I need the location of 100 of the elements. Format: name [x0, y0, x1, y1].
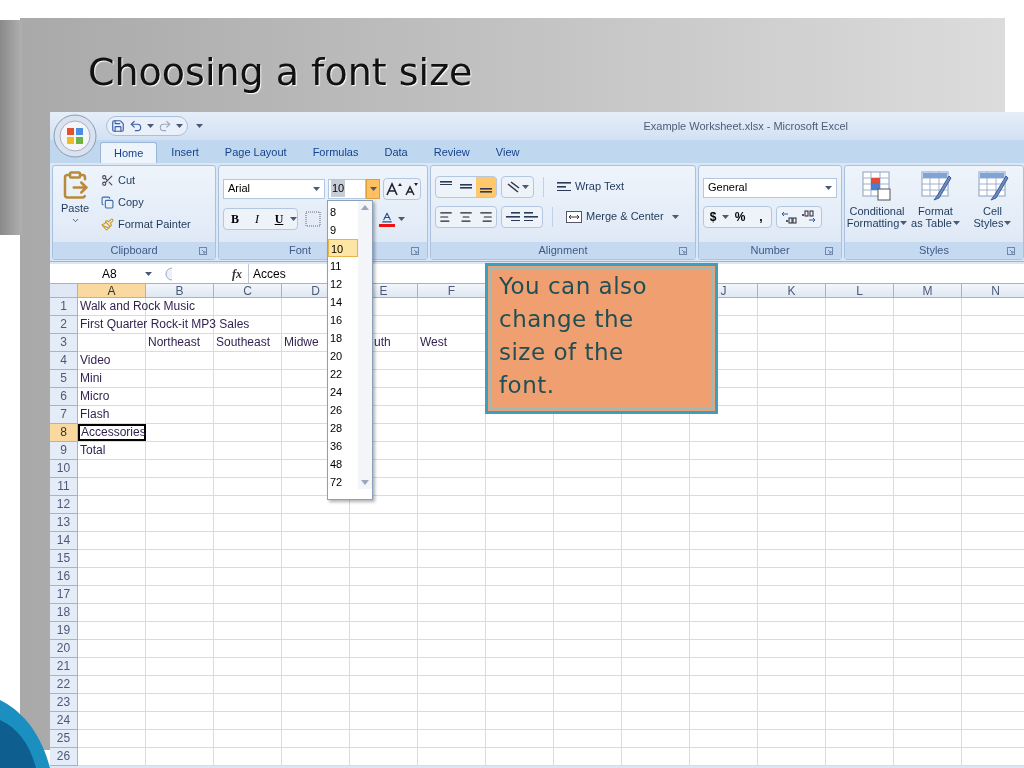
style-button[interactable]: Format as Table [909, 169, 962, 242]
row-header[interactable]: 2 [50, 316, 78, 334]
row-header[interactable]: 3 [50, 334, 78, 352]
bold-button[interactable]: B [224, 209, 246, 228]
row-header[interactable]: 8 [50, 424, 78, 442]
row-header[interactable]: 11 [50, 478, 78, 496]
currency-button[interactable]: $ [704, 207, 722, 226]
font-size-option[interactable]: 36 [328, 437, 358, 455]
row-header[interactable]: 10 [50, 460, 78, 478]
dialog-launcher-icon[interactable] [411, 246, 419, 255]
font-size-option[interactable]: 20 [328, 347, 358, 365]
row-header[interactable]: 23 [50, 694, 78, 712]
style-button[interactable]: Cell Styles [966, 169, 1019, 242]
font-size-option[interactable]: 11 [328, 257, 358, 275]
ribbon-tab[interactable]: Review [421, 142, 482, 163]
paste-button[interactable]: Paste [57, 169, 93, 242]
font-size-field[interactable]: 10 [328, 178, 366, 199]
callout-text: You can also change the size of the font. [499, 272, 649, 400]
row-header[interactable]: 20 [50, 640, 78, 658]
row-header[interactable]: 5 [50, 370, 78, 388]
font-color-icon[interactable] [379, 210, 395, 227]
font-size-option[interactable]: 8 [328, 203, 358, 221]
font-size-option[interactable]: 24 [328, 383, 358, 401]
font-size-option[interactable]: 10 [328, 239, 358, 257]
font-size-option[interactable]: 16 [328, 311, 358, 329]
column-header[interactable]: A [78, 284, 146, 298]
row-header[interactable]: 16 [50, 568, 78, 586]
row-header[interactable]: 4 [50, 352, 78, 370]
row-header[interactable]: 24 [50, 712, 78, 730]
font-size-option[interactable]: 48 [328, 455, 358, 473]
row-header[interactable]: 9 [50, 442, 78, 460]
dialog-launcher-icon[interactable] [679, 246, 687, 255]
row-header[interactable]: 22 [50, 676, 78, 694]
cell-text: West [420, 334, 448, 351]
row-header[interactable]: 25 [50, 730, 78, 748]
format-painter-button[interactable]: Format Painter [97, 213, 195, 236]
font-size-option[interactable]: 72 [328, 473, 358, 491]
ribbon-tab[interactable]: Formulas [300, 142, 371, 163]
ribbon-tab[interactable]: View [483, 142, 532, 163]
column-header[interactable]: B [146, 284, 214, 298]
font-size-option[interactable]: 9 [328, 221, 358, 239]
decrease-decimal-icon[interactable] [801, 209, 817, 224]
underline-button[interactable]: U [268, 209, 290, 228]
cut-button[interactable]: Cut [97, 169, 195, 192]
dialog-launcher-icon[interactable] [199, 246, 207, 255]
row-header[interactable]: 14 [50, 532, 78, 550]
merge-center-button[interactable]: Merge & Center [562, 205, 683, 228]
ribbon-tab[interactable]: Insert [159, 142, 211, 163]
font-size-option[interactable]: 26 [328, 401, 358, 419]
row-header[interactable]: 26 [50, 748, 78, 766]
row-header[interactable]: 17 [50, 586, 78, 604]
align-left-icon[interactable] [439, 209, 453, 224]
column-header[interactable]: M [894, 284, 962, 298]
column-header[interactable]: K [758, 284, 826, 298]
font-name-field[interactable]: Arial [223, 178, 325, 199]
column-header[interactable]: F [418, 284, 486, 298]
style-button[interactable]: Conditional Formatting [849, 169, 905, 242]
italic-button[interactable]: I [246, 209, 268, 228]
percent-button[interactable]: % [729, 207, 751, 226]
save-icon[interactable] [111, 119, 125, 133]
undo-icon[interactable] [129, 119, 143, 133]
row-header[interactable]: 6 [50, 388, 78, 406]
group-label: Number [750, 242, 790, 258]
comma-button[interactable]: , [751, 207, 771, 226]
orientation-icon[interactable] [506, 179, 522, 194]
wrap-text-icon [557, 181, 571, 192]
slide-title: Choosing a font size [88, 50, 474, 94]
row-header[interactable]: 15 [50, 550, 78, 568]
column-header[interactable]: N [962, 284, 1024, 298]
font-size-option[interactable]: 22 [328, 365, 358, 383]
align-bottom-button[interactable] [476, 176, 496, 197]
ribbon-tab[interactable]: Page Layout [212, 142, 299, 163]
row-header[interactable]: 7 [50, 406, 78, 424]
row-header[interactable]: 18 [50, 604, 78, 622]
dialog-launcher-icon[interactable] [825, 246, 833, 255]
align-center-icon[interactable] [459, 209, 473, 224]
grow-font-icon[interactable] [386, 181, 402, 196]
cell-text: Micro [80, 388, 110, 405]
row-header[interactable]: 19 [50, 622, 78, 640]
dialog-launcher-icon[interactable] [1007, 246, 1015, 255]
insert-function-label[interactable]: fx [232, 264, 242, 283]
wrap-text-button[interactable]: Wrap Text [553, 175, 629, 198]
shrink-font-icon[interactable] [404, 181, 418, 196]
column-header[interactable]: L [826, 284, 894, 298]
copy-button[interactable]: Copy [97, 191, 195, 214]
font-size-option[interactable]: 18 [328, 329, 358, 347]
row-header[interactable]: 13 [50, 514, 78, 532]
name-box[interactable]: A8 [50, 264, 160, 283]
increase-decimal-icon[interactable] [781, 209, 797, 224]
number-format-field[interactable]: General [703, 177, 837, 198]
row-header[interactable]: 1 [50, 298, 78, 316]
ribbon-tab[interactable]: Data [372, 142, 420, 163]
row-header[interactable]: 21 [50, 658, 78, 676]
align-right-icon[interactable] [479, 209, 493, 224]
font-size-dropdown-button[interactable] [366, 178, 380, 199]
row-header[interactable]: 12 [50, 496, 78, 514]
ribbon-tab[interactable]: Home [100, 142, 158, 163]
caret-icon [369, 186, 377, 191]
font-size-option[interactable]: 28 [328, 419, 358, 437]
column-header[interactable]: C [214, 284, 282, 298]
